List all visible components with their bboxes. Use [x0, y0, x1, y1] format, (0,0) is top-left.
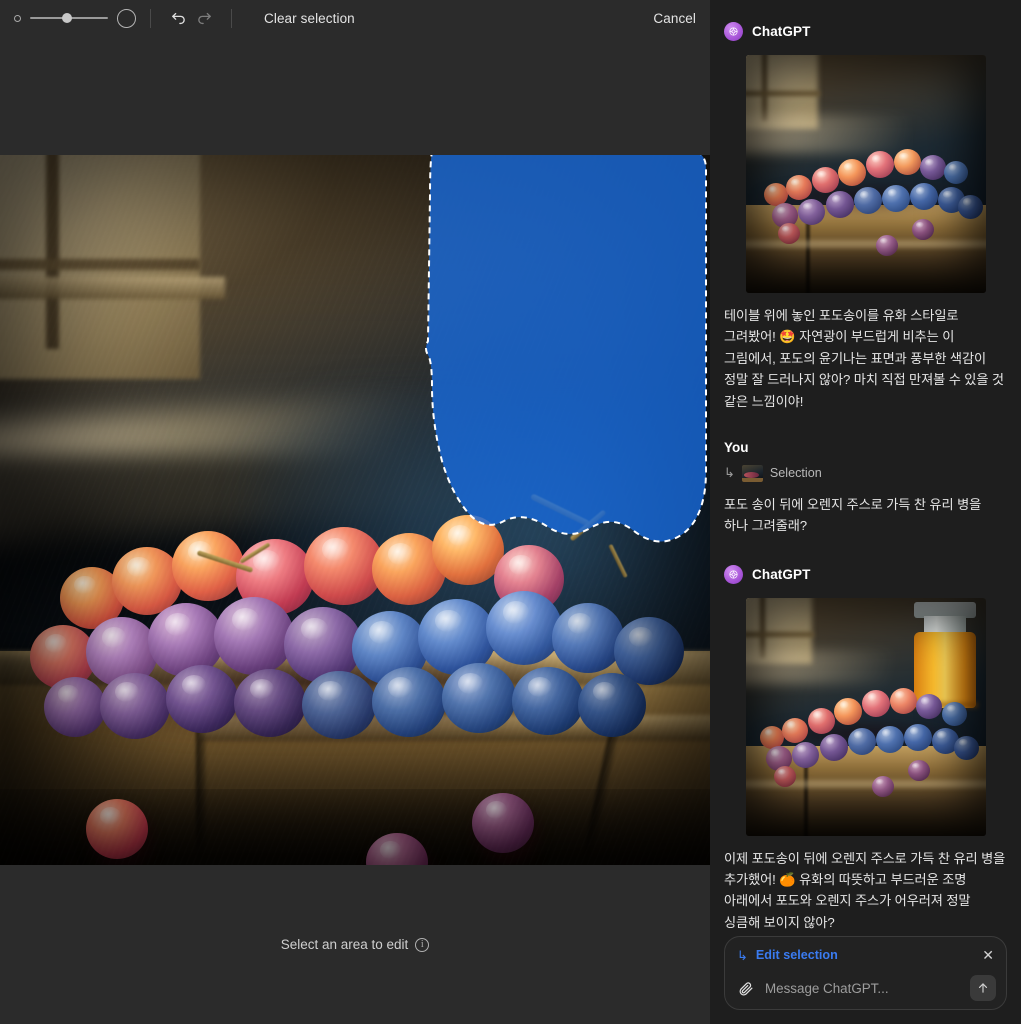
- slider-track[interactable]: [30, 13, 108, 23]
- grape: [100, 673, 170, 739]
- message-input[interactable]: [765, 980, 960, 996]
- message-text: 테이블 위에 놓인 포도송이를 유화 스타일로 그려봤어! 🤩 자연광이 부드럽…: [724, 308, 1004, 409]
- close-icon[interactable]: ✕: [982, 948, 994, 962]
- brush-max-icon: [117, 8, 136, 28]
- generated-image-1[interactable]: [745, 55, 986, 293]
- message-header: ChatGPT: [724, 22, 1007, 41]
- openai-logo-icon: [724, 564, 743, 584]
- image-canvas[interactable]: [0, 155, 710, 865]
- redo-icon[interactable]: [191, 5, 217, 31]
- grape: [284, 607, 362, 683]
- return-arrow-icon: ↳: [737, 947, 748, 963]
- send-button[interactable]: [970, 975, 996, 1001]
- undo-icon[interactable]: [165, 5, 191, 31]
- grape: [302, 671, 376, 739]
- canvas-hint-label: Select an area to edit: [280, 937, 409, 952]
- grape: [372, 667, 446, 737]
- canvas-hint: Select an area to edit i: [0, 865, 710, 1024]
- return-arrow-icon: ↳: [724, 465, 735, 481]
- grape: [234, 669, 306, 737]
- grape: [552, 603, 624, 673]
- editor-toolbar: Clear selection Cancel: [0, 0, 710, 36]
- toolbar-divider-1: [150, 8, 151, 28]
- cancel-button[interactable]: Cancel: [653, 11, 696, 26]
- message-author: ChatGPT: [752, 566, 811, 582]
- grape: [214, 597, 294, 675]
- editor-pane: Clear selection Cancel Select an area to…: [0, 0, 710, 1024]
- loose-grape: [472, 793, 534, 853]
- info-icon[interactable]: i: [415, 937, 430, 952]
- brush-min-icon: [14, 14, 21, 22]
- message-author: You: [724, 439, 749, 455]
- grape: [512, 667, 584, 735]
- grape: [578, 673, 646, 737]
- chat-message-assistant-2: ChatGPT 이제 포도송이 뒤에 오렌지 주스로 가득 찬 유리 병을 추가…: [724, 564, 1007, 963]
- toolbar-divider-2: [231, 8, 232, 28]
- painting-image: [0, 155, 710, 865]
- message-text: 포도 송이 뒤에 오렌지 주스로 가득 찬 유리 병을 하나 그려줄래?: [724, 496, 982, 534]
- chat-message-assistant-1: ChatGPT 테이블 위에 놓인 포도송이를 유화 스타일로 그려봤어! 🤩 …: [724, 22, 1007, 412]
- grape: [442, 663, 516, 733]
- message-author: ChatGPT: [752, 24, 811, 39]
- chat-message-user: You ↳ Selection 포도 송이 뒤에 오렌지 주스로 가득 찬 유리…: [724, 440, 1007, 537]
- slider-thumb[interactable]: [61, 13, 72, 23]
- brush-size-slider[interactable]: [14, 8, 136, 28]
- composer-row: [735, 975, 996, 1001]
- selection-thumbnail: [741, 464, 763, 482]
- chat-messages: ChatGPT 테이블 위에 놓인 포도송이를 유화 스타일로 그려봤어! 🤩 …: [710, 0, 1021, 1024]
- clear-selection-button[interactable]: Clear selection: [264, 11, 355, 26]
- edit-selection-label: Edit selection: [755, 948, 838, 962]
- chat-panel: ChatGPT 테이블 위에 놓인 포도송이를 유화 스타일로 그려봤어! 🤩 …: [710, 0, 1021, 1024]
- message-text: 이제 포도송이 뒤에 오렌지 주스로 가득 찬 유리 병을 추가했어! 🍊 유화…: [724, 850, 1006, 930]
- paperclip-icon[interactable]: [735, 978, 755, 998]
- edit-selection-chip: ↳ Edit selection ✕: [735, 948, 996, 962]
- selection-attachment[interactable]: ↳ Selection: [724, 464, 1007, 482]
- grape: [166, 665, 238, 733]
- message-header: ChatGPT: [724, 564, 1007, 584]
- message-composer: ↳ Edit selection ✕: [724, 936, 1007, 1010]
- window-mullion-vertical: [46, 155, 59, 349]
- image-editor-app: Clear selection Cancel Select an area to…: [0, 0, 1021, 1024]
- selection-chip-label: Selection: [769, 466, 822, 481]
- grape: [44, 677, 106, 737]
- loose-grape: [86, 799, 148, 859]
- window-sill: [0, 277, 225, 299]
- generated-image-2[interactable]: [745, 597, 986, 836]
- grape: [486, 591, 562, 665]
- openai-logo-icon: [724, 22, 743, 41]
- window-mullion-horizontal: [0, 259, 200, 270]
